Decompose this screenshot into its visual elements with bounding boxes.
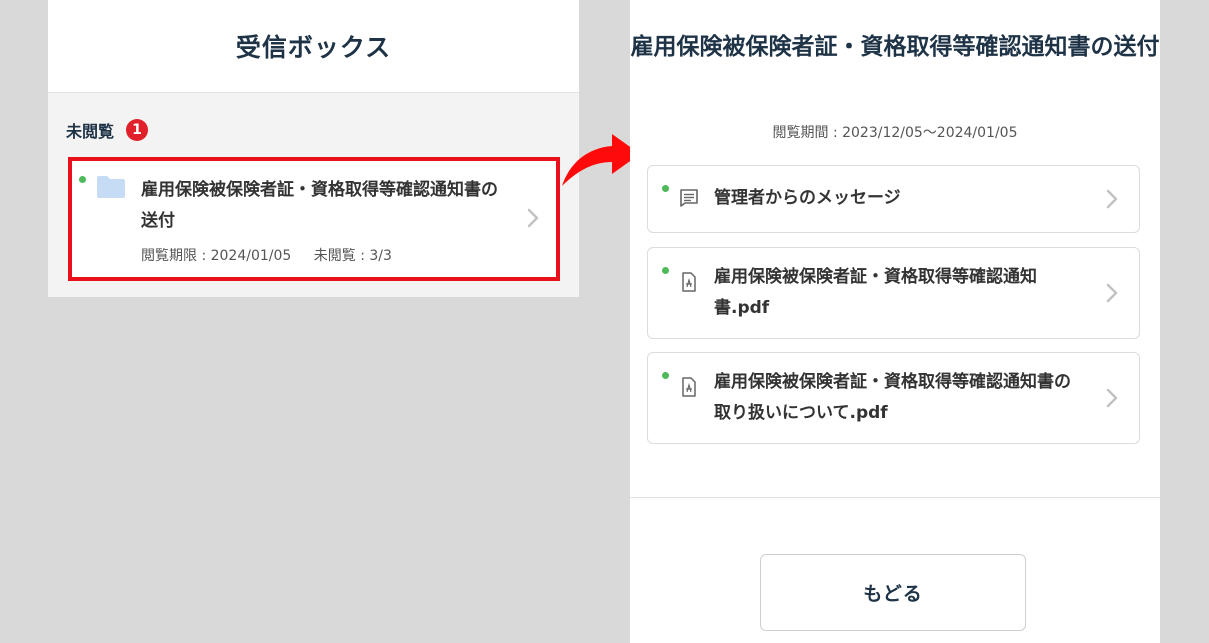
detail-period: 閲覧期間 : 2023/12/05～2024/01/05 bbox=[772, 125, 1018, 141]
unread-dot bbox=[79, 176, 86, 183]
detail-title: 雇用保険被保険者証・資格取得等確認通知書の送付 bbox=[630, 34, 1160, 60]
detail-panel: 雇用保険被保険者証・資格取得等確認通知書の送付 閲覧期間 : 2023/12/0… bbox=[630, 0, 1160, 643]
unread-count-badge: 1 bbox=[126, 119, 149, 141]
pdf-card-certificate[interactable]: 雇用保険被保険者証・資格取得等確認通知書.pdf bbox=[647, 247, 1140, 339]
message-card[interactable]: 管理者からのメッセージ bbox=[647, 165, 1140, 233]
inbox-panel: 受信ボックス 未閲覧 1 雇用保険被保険者証・資格取得等確認通知書の送付 閲覧期… bbox=[48, 0, 579, 297]
inbox-header: 受信ボックス bbox=[48, 0, 579, 93]
chevron-right-icon bbox=[1106, 388, 1118, 408]
inbox-item-highlighted[interactable]: 雇用保険被保険者証・資格取得等確認通知書の送付 閲覧期限 : 2024/01/0… bbox=[68, 157, 560, 281]
pdf-icon bbox=[682, 272, 696, 292]
unread-dot bbox=[662, 267, 669, 274]
unread-section-header: 未閲覧 1 bbox=[66, 118, 149, 142]
inbox-item-deadline: 閲覧期限 : 2024/01/05 bbox=[141, 248, 292, 264]
unread-dot bbox=[662, 372, 669, 379]
pdf-icon bbox=[682, 377, 696, 397]
pdf-card-certificate-label: 雇用保険被保険者証・資格取得等確認通知書.pdf bbox=[714, 267, 1037, 318]
inbox-item-title: 雇用保険被保険者証・資格取得等確認通知書の送付 bbox=[141, 180, 498, 231]
pdf-card-handling-label: 雇用保険被保険者証・資格取得等確認通知書の取り扱いについて.pdf bbox=[714, 372, 1071, 423]
inbox-title: 受信ボックス bbox=[235, 33, 392, 62]
chevron-right-icon bbox=[1106, 283, 1118, 303]
pdf-card-handling[interactable]: 雇用保険被保険者証・資格取得等確認通知書の取り扱いについて.pdf bbox=[647, 352, 1140, 444]
back-button[interactable]: もどる bbox=[760, 554, 1026, 631]
chevron-right-icon bbox=[1106, 189, 1118, 209]
folder-icon bbox=[97, 176, 125, 198]
chevron-right-icon bbox=[527, 208, 539, 228]
inbox-item-unread-count: 未閲覧 : 3/3 bbox=[313, 248, 392, 264]
message-card-label: 管理者からのメッセージ bbox=[714, 188, 901, 208]
unread-section-label: 未閲覧 bbox=[66, 122, 115, 141]
divider bbox=[630, 497, 1160, 498]
message-icon bbox=[680, 189, 698, 207]
unread-dot bbox=[662, 185, 669, 192]
inbox-item-meta: 閲覧期限 : 2024/01/05 未閲覧 : 3/3 bbox=[141, 245, 392, 265]
